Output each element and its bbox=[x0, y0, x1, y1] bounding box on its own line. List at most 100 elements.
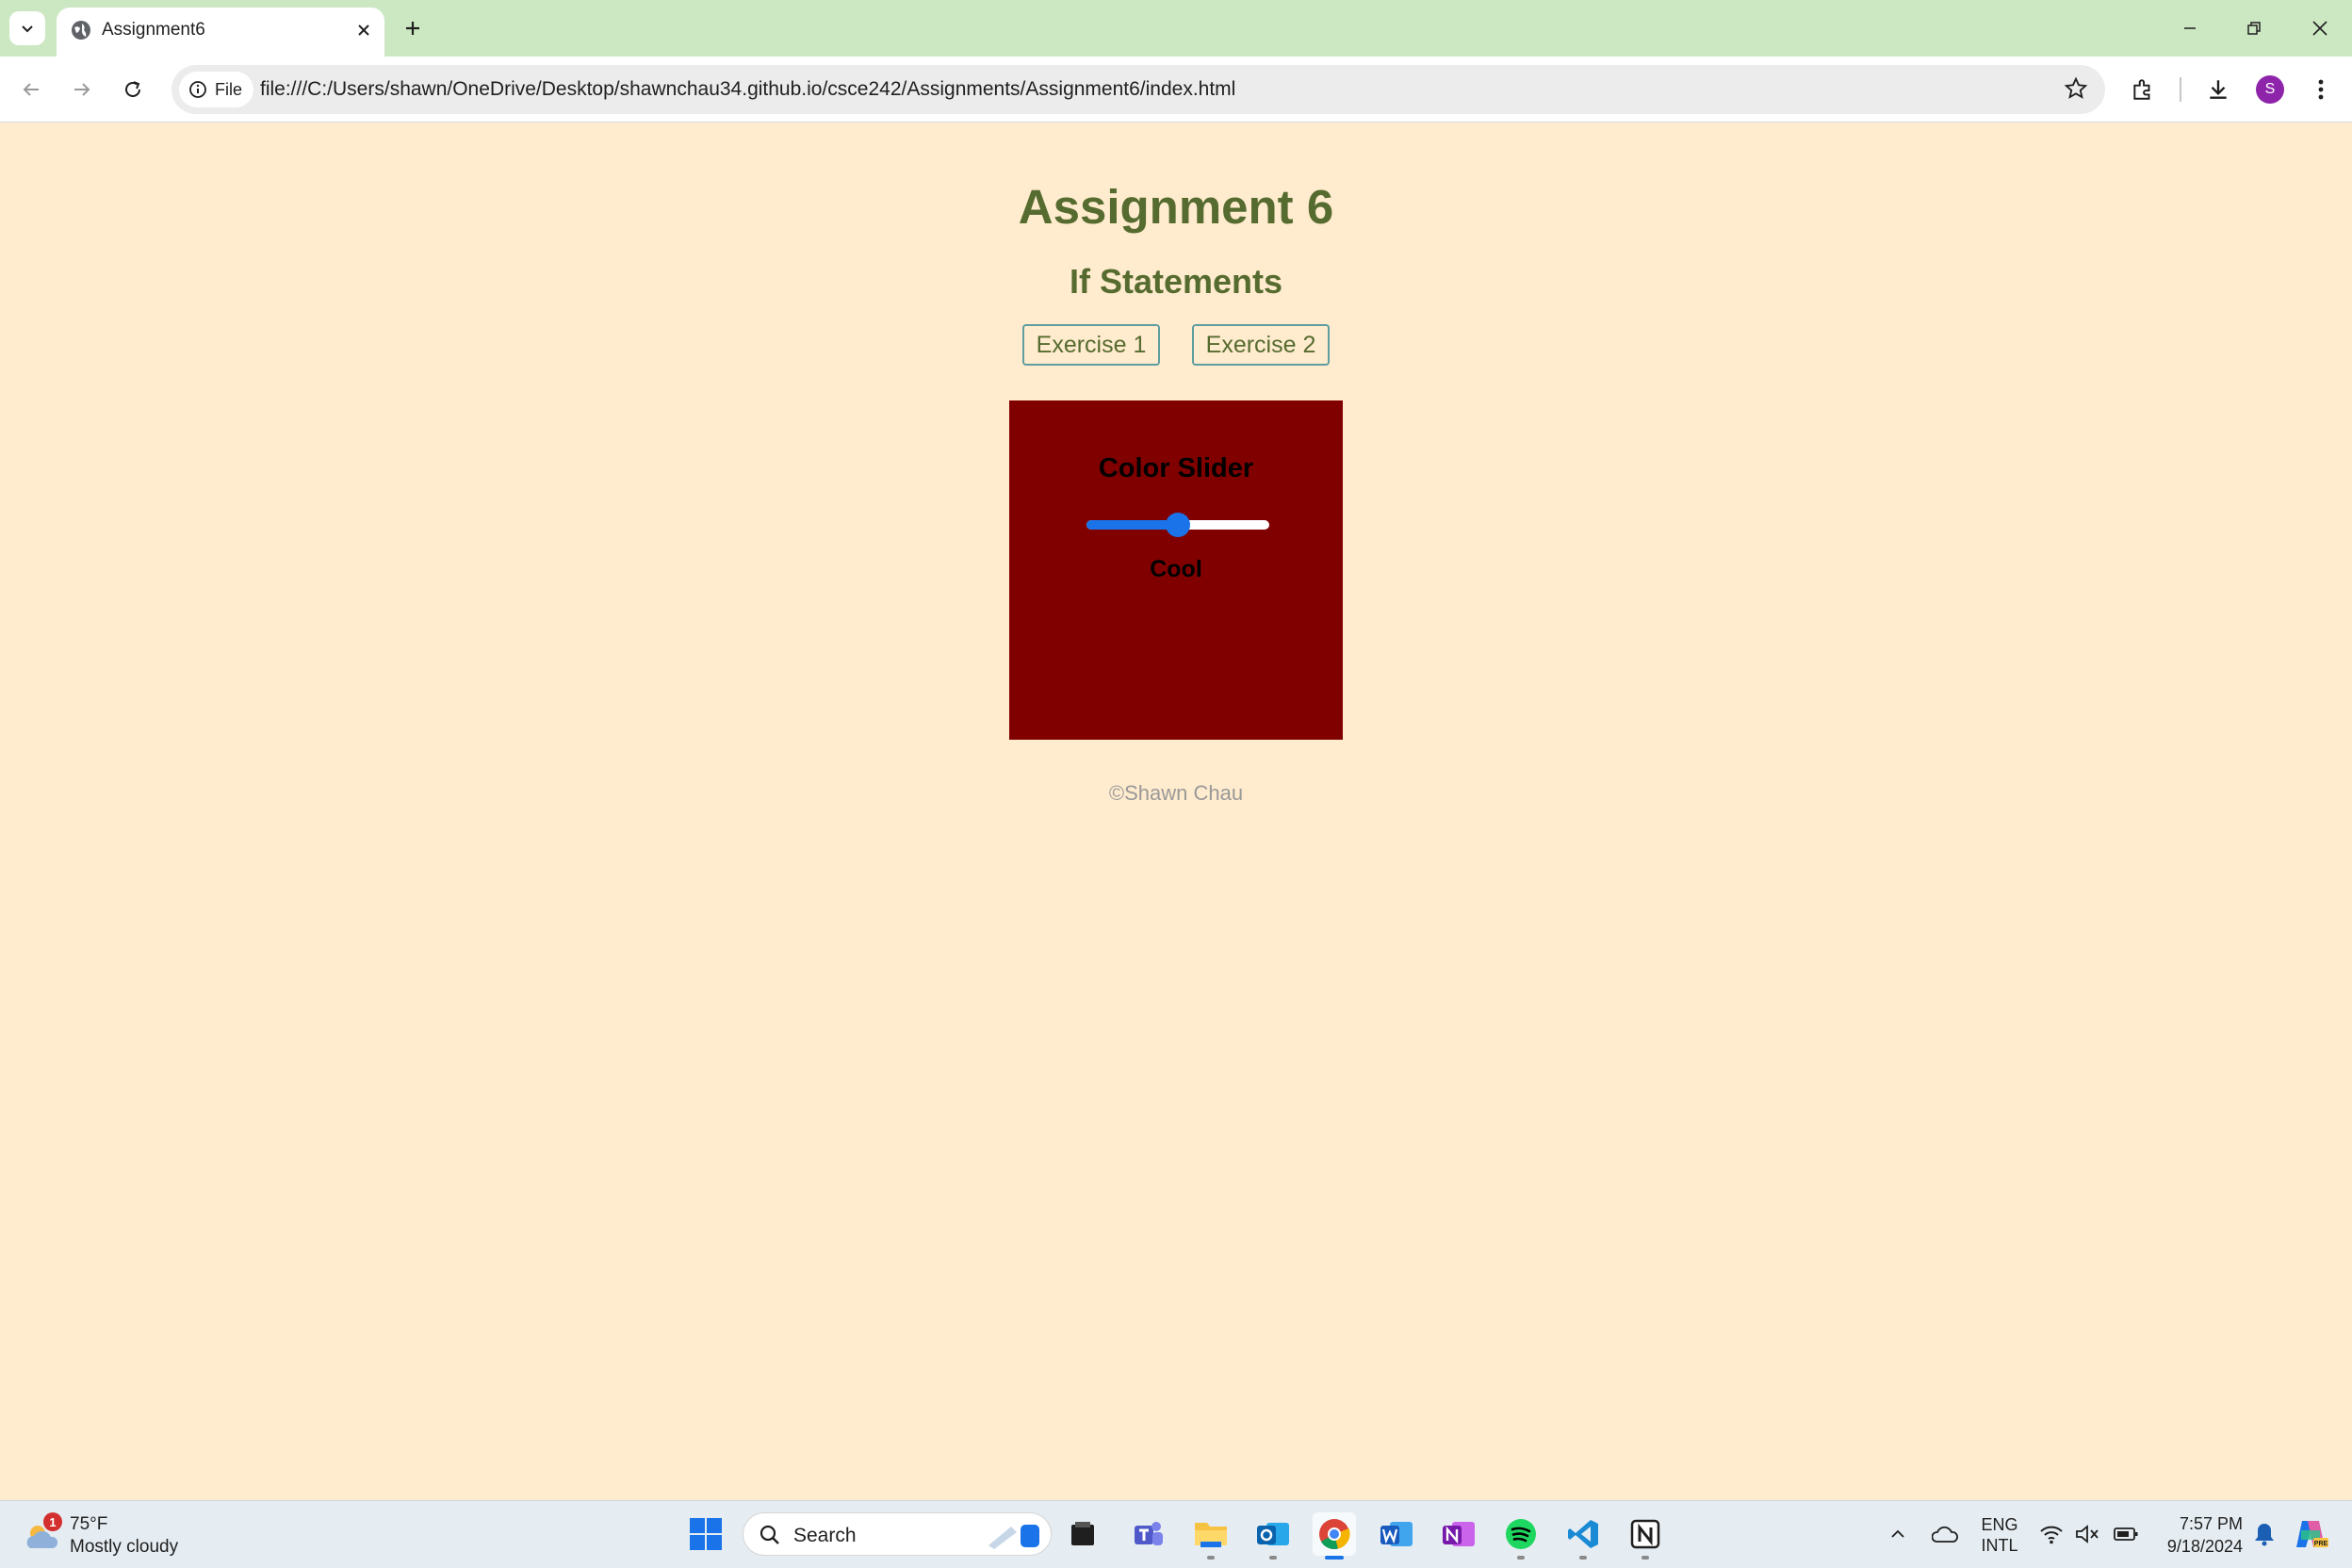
clock-time: 7:57 PM bbox=[2179, 1514, 2243, 1533]
onedrive-cloud-icon bbox=[1932, 1526, 1958, 1543]
toolbar-divider bbox=[2180, 77, 2181, 102]
bookmark-button[interactable] bbox=[2064, 76, 2088, 106]
downloads-button[interactable] bbox=[2199, 71, 2237, 108]
info-icon bbox=[189, 81, 206, 98]
taskbar-app-vscode[interactable] bbox=[1561, 1512, 1605, 1560]
running-indicator bbox=[1579, 1556, 1587, 1560]
taskbar-search[interactable]: Search bbox=[743, 1512, 1052, 1556]
weather-widget[interactable]: 1 75°F Mostly cloudy bbox=[21, 1511, 209, 1560]
plus-icon bbox=[406, 22, 419, 35]
puzzle-icon bbox=[2133, 79, 2150, 100]
page-subtitle: If Statements bbox=[1069, 262, 1283, 301]
weather-temp: 75°F bbox=[70, 1514, 108, 1534]
more-vert-icon bbox=[2318, 79, 2324, 100]
running-indicator bbox=[1517, 1556, 1525, 1560]
spotify-icon bbox=[1506, 1519, 1536, 1549]
close-tab-button[interactable] bbox=[351, 17, 377, 43]
taskbar-app-onenote[interactable] bbox=[1437, 1512, 1480, 1556]
tab-search-button[interactable] bbox=[9, 11, 45, 45]
extensions-button[interactable] bbox=[2124, 71, 2162, 108]
language-line-1: ENG bbox=[1981, 1515, 2018, 1534]
clock-date: 9/18/2024 bbox=[2166, 1537, 2243, 1556]
file-manager-icon bbox=[1071, 1522, 1094, 1545]
search-icon bbox=[760, 1525, 779, 1544]
temperature-label: Cool bbox=[1150, 556, 1202, 582]
footer-copyright: ©Shawn Chau bbox=[1108, 781, 1244, 805]
profile-avatar[interactable]: S bbox=[2256, 75, 2284, 104]
new-tab-button[interactable] bbox=[396, 11, 430, 45]
svg-text:PRE: PRE bbox=[2314, 1541, 2328, 1547]
chrome-icon bbox=[1319, 1519, 1350, 1550]
browser-tab[interactable]: Assignment6 bbox=[57, 8, 384, 57]
file-explorer-icon bbox=[1195, 1523, 1227, 1547]
menu-button[interactable] bbox=[2302, 71, 2340, 108]
chevron-down-icon bbox=[22, 25, 33, 33]
outlook-icon bbox=[1257, 1523, 1289, 1545]
taskbar-app-chrome[interactable] bbox=[1313, 1512, 1356, 1560]
taskbar-app-word[interactable] bbox=[1375, 1512, 1418, 1556]
forward-button[interactable] bbox=[63, 71, 101, 108]
back-button[interactable] bbox=[12, 71, 50, 108]
star-icon bbox=[2064, 76, 2088, 99]
arrow-left-icon bbox=[23, 83, 39, 96]
taskbar-app-teams[interactable] bbox=[1126, 1512, 1169, 1556]
word-icon bbox=[1380, 1522, 1413, 1546]
show-hidden-icons-button[interactable] bbox=[1879, 1512, 1917, 1556]
exercise-2-button[interactable]: Exercise 2 bbox=[1192, 324, 1330, 366]
minimize-button[interactable] bbox=[2169, 9, 2211, 47]
weather-badge: 1 bbox=[43, 1512, 62, 1531]
onenote-icon bbox=[1443, 1522, 1475, 1546]
copilot-icon: PRE bbox=[2296, 1521, 2328, 1547]
slider-thumb[interactable] bbox=[1166, 513, 1190, 537]
quick-settings-button[interactable] bbox=[2035, 1512, 2148, 1556]
download-icon bbox=[2210, 80, 2227, 99]
close-icon bbox=[358, 24, 369, 36]
teams-icon bbox=[1135, 1522, 1163, 1545]
active-indicator bbox=[1325, 1556, 1344, 1560]
notifications-button[interactable] bbox=[2246, 1512, 2282, 1556]
search-placeholder: Search bbox=[793, 1525, 857, 1546]
taskbar-clock[interactable]: 7:57 PM 9/18/2024 bbox=[2135, 1512, 2243, 1558]
tab-title: Assignment6 bbox=[102, 20, 205, 40]
color-slider-heading: Color Slider bbox=[1098, 453, 1254, 483]
taskbar-app-spotify[interactable] bbox=[1499, 1512, 1543, 1560]
close-window-button[interactable] bbox=[2299, 9, 2341, 47]
color-slider-panel: Color Slider Cool bbox=[1009, 400, 1343, 740]
language-indicator[interactable]: ENG INTL bbox=[1973, 1514, 2026, 1556]
taskbar-app-files[interactable] bbox=[1061, 1512, 1104, 1556]
copilot-button[interactable]: PRE bbox=[2286, 1512, 2335, 1556]
taskbar-app-notion[interactable] bbox=[1624, 1512, 1667, 1560]
browser-toolbar: File file:///C:/Users/shawn/OneDrive/Des… bbox=[0, 57, 2352, 122]
running-indicator bbox=[1269, 1556, 1277, 1560]
running-indicator bbox=[1207, 1556, 1215, 1560]
windows-icon bbox=[690, 1518, 722, 1550]
restore-icon bbox=[2247, 22, 2261, 35]
bell-icon bbox=[2255, 1524, 2274, 1546]
address-bar[interactable]: File file:///C:/Users/shawn/OneDrive/Des… bbox=[172, 65, 2105, 114]
onedrive-button[interactable] bbox=[1926, 1512, 1964, 1556]
exercise-1-button[interactable]: Exercise 1 bbox=[1022, 324, 1160, 366]
close-icon bbox=[2312, 21, 2328, 36]
chevron-up-icon bbox=[1891, 1529, 1904, 1538]
vscode-icon bbox=[1568, 1520, 1598, 1548]
start-button[interactable] bbox=[684, 1512, 727, 1556]
reload-icon bbox=[125, 81, 140, 97]
taskbar-app-explorer[interactable] bbox=[1189, 1512, 1233, 1560]
search-highlight-icon bbox=[988, 1525, 1039, 1549]
running-indicator bbox=[1642, 1556, 1649, 1560]
taskbar: 1 75°F Mostly cloudy Search ENG INTL 7:5… bbox=[0, 1500, 2352, 1568]
restore-button[interactable] bbox=[2233, 9, 2275, 47]
taskbar-app-outlook[interactable] bbox=[1251, 1512, 1295, 1560]
slider-fill bbox=[1086, 520, 1178, 530]
wifi-icon bbox=[2040, 1526, 2063, 1544]
url-text[interactable]: file:///C:/Users/shawn/OneDrive/Desktop/… bbox=[260, 78, 1235, 101]
globe-icon bbox=[72, 21, 90, 40]
minimize-icon bbox=[2184, 27, 2196, 29]
speaker-muted-icon bbox=[2076, 1525, 2099, 1544]
page-title: Assignment 6 bbox=[1018, 180, 1334, 234]
reload-button[interactable] bbox=[114, 71, 152, 108]
site-info-label: File bbox=[215, 79, 243, 99]
site-info-chip[interactable]: File bbox=[179, 72, 254, 107]
notion-icon bbox=[1630, 1519, 1660, 1549]
color-slider[interactable] bbox=[1086, 513, 1269, 537]
